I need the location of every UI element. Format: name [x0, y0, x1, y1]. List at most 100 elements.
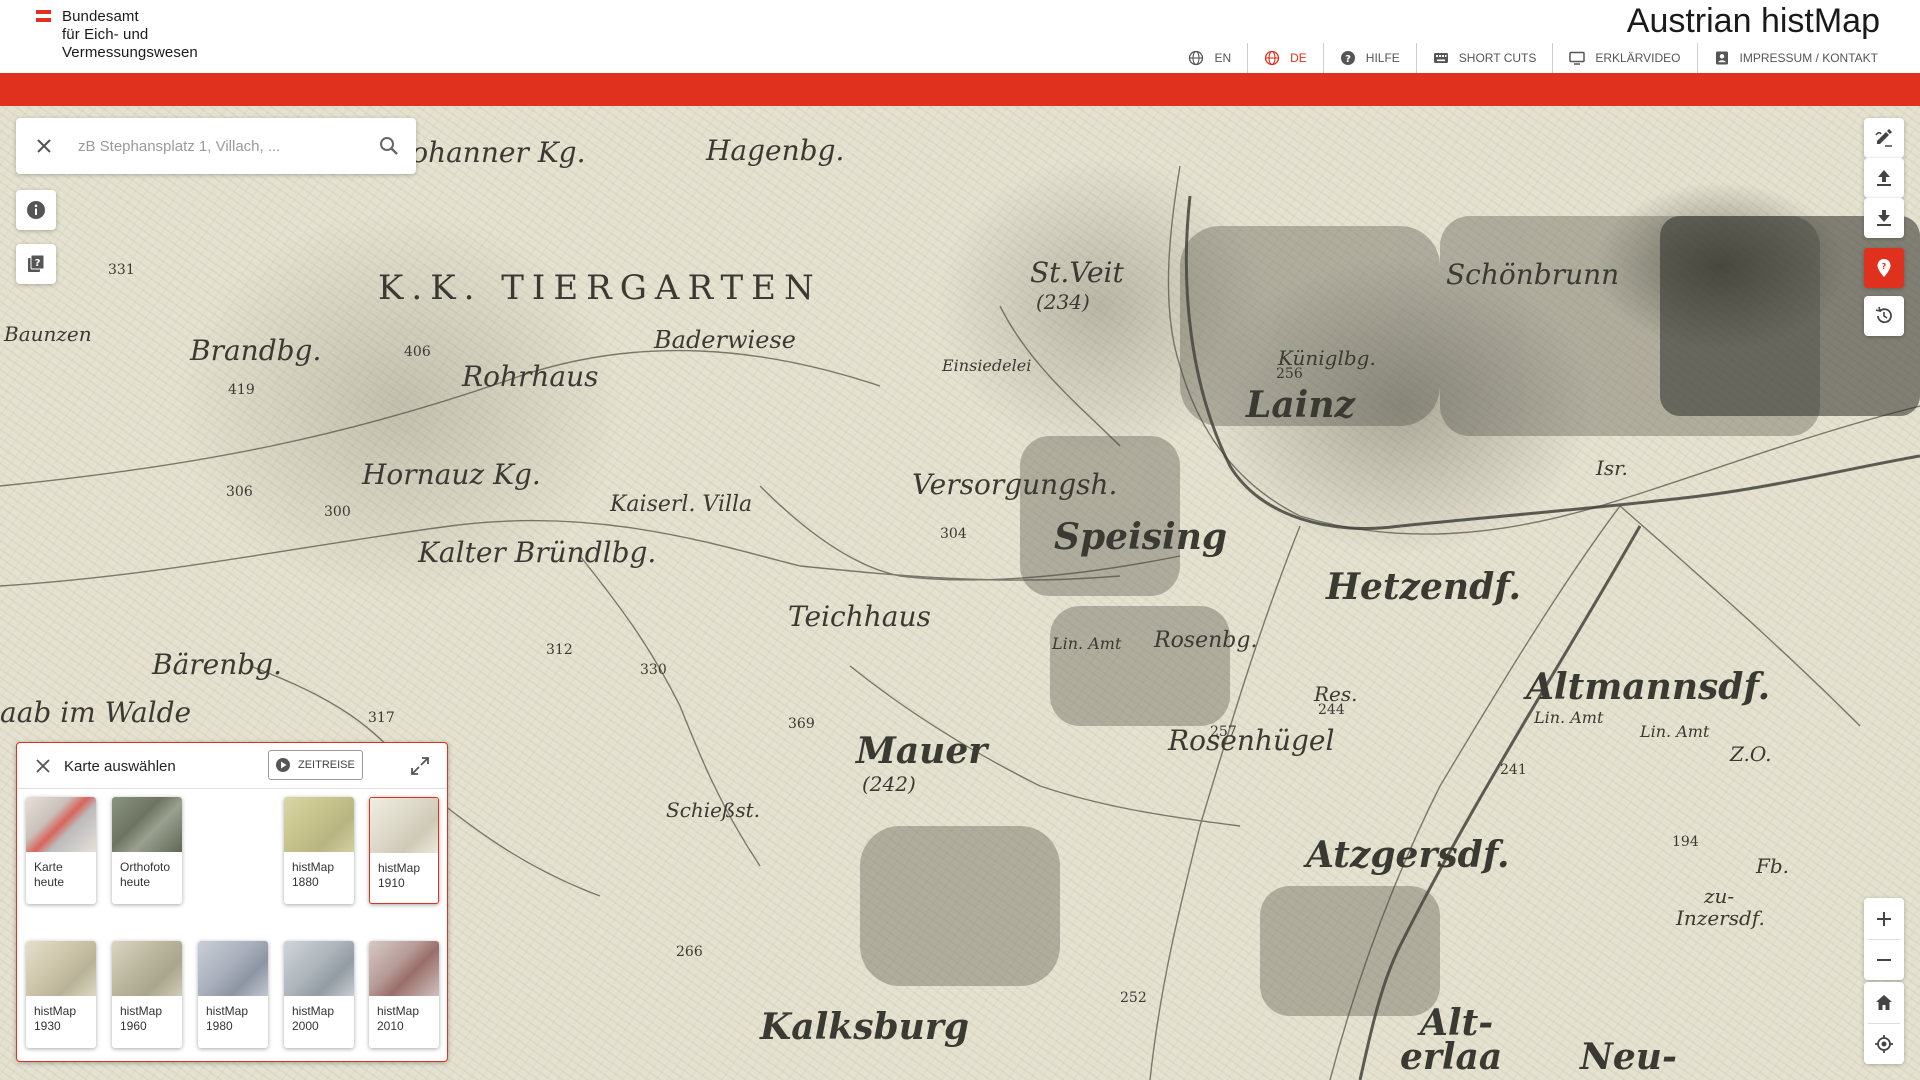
zeitreise-button[interactable]: ZEITREISE — [268, 750, 363, 780]
nav-imprint-contact[interactable]: IMPRESSUM / KONTAKT — [1696, 43, 1894, 73]
info-button[interactable] — [16, 190, 56, 230]
map-option-histmap-1910[interactable]: histMap 1910 — [369, 797, 439, 904]
map-thumbnail — [370, 798, 438, 853]
map-label: Speising — [1054, 516, 1228, 558]
zoom-in-button[interactable] — [1864, 898, 1904, 939]
search-icon[interactable] — [378, 135, 400, 157]
logo-line-1: Bundesamt — [62, 8, 139, 25]
upload-button[interactable] — [1864, 158, 1904, 198]
map-label: 241 — [1500, 762, 1527, 778]
map-label: Rosenbg. — [1154, 628, 1258, 653]
nav-lang-de[interactable]: DE — [1247, 43, 1323, 73]
nav-imprint-contact-label: IMPRESSUM / KONTAKT — [1739, 51, 1878, 65]
map-option-label: Karte heute — [34, 860, 65, 889]
map-label: Hetzendf. — [1326, 566, 1521, 608]
map-option-label: Orthofoto heute — [120, 860, 171, 889]
nav-help[interactable]: ? HILFE — [1322, 43, 1416, 73]
map-label: 406 — [404, 344, 431, 360]
map-label: aab im Walde — [0, 696, 192, 729]
map-label: Rosenhügel — [1168, 724, 1335, 757]
address-search — [16, 118, 416, 174]
map-label: 312 — [546, 642, 573, 658]
home-button[interactable] — [1864, 982, 1904, 1023]
map-label: 266 — [676, 944, 703, 960]
map-thumbnail — [284, 797, 354, 852]
map-label: Einsiedelei — [942, 356, 1032, 375]
map-label: Inzersdf. — [1676, 906, 1765, 930]
map-option-label: histMap 1930 — [34, 1004, 77, 1033]
map-option-histmap-2010[interactable]: histMap 2010 — [369, 941, 439, 1048]
location-pin-icon: ? — [1877, 259, 1891, 277]
app-title: Austrian histMap — [1626, 2, 1880, 40]
map-option-histmap-1960[interactable]: histMap 1960 — [112, 941, 182, 1048]
brand-bar — [0, 73, 1920, 106]
close-icon[interactable] — [34, 136, 54, 156]
map-label: 300 — [324, 504, 351, 520]
map-thumbnail — [26, 941, 96, 996]
map-label: Altmannsdf. — [1526, 666, 1771, 708]
search-input[interactable] — [78, 132, 368, 160]
monitor-icon — [1569, 51, 1586, 65]
location-pin-button[interactable]: ? — [1864, 248, 1904, 288]
map-label: Lainz — [1246, 384, 1355, 426]
map-label: 256 — [1276, 366, 1303, 382]
my-location-button[interactable] — [1864, 1023, 1904, 1064]
globe-icon — [1264, 50, 1280, 66]
map-label: Schönbrunn — [1446, 258, 1620, 291]
map-label: Lin. Amt — [1640, 722, 1710, 741]
play-icon — [276, 758, 290, 772]
nav-help-label: HILFE — [1365, 51, 1400, 65]
map-option-histmap-2000[interactable]: histMap 2000 — [284, 941, 354, 1048]
map-option-histmap-1980[interactable]: histMap 1980 — [198, 941, 268, 1048]
contact-icon — [1715, 51, 1728, 65]
download-button[interactable] — [1864, 198, 1904, 238]
map-thumbnail — [369, 941, 439, 996]
upload-icon — [1877, 170, 1891, 186]
map-option-histmap-1930[interactable]: histMap 1930 — [26, 941, 96, 1048]
map-label: Baderwiese — [654, 326, 796, 354]
nav-lang-en-label: EN — [1214, 51, 1232, 65]
panel-title: Karte auswählen — [64, 758, 176, 775]
history-button[interactable] — [1864, 296, 1904, 336]
expand-icon[interactable] — [409, 755, 431, 777]
svg-text:?: ? — [1345, 54, 1351, 65]
nav-explainer-video-label: ERKLÄRVIDEO — [1595, 51, 1681, 65]
draw-edit-button[interactable] — [1864, 118, 1904, 158]
nav-shortcuts[interactable]: SHORT CUTS — [1415, 43, 1553, 73]
map-option-histmap-1880[interactable]: histMap 1880 — [284, 797, 354, 904]
map-label: 369 — [788, 716, 815, 732]
svg-text:?: ? — [1882, 262, 1887, 271]
info-icon — [27, 201, 45, 219]
app-header: Bundesamt für Eich- und Vermessungswesen… — [0, 0, 1920, 73]
map-label: 331 — [108, 262, 135, 278]
close-icon[interactable] — [35, 758, 51, 774]
globe-icon — [1189, 50, 1204, 66]
legend-button[interactable]: ? — [16, 244, 56, 284]
top-navigation: EN DE ? HILFE SHORT CUTS ERKLÄRVIDEO IMP… — [1172, 43, 1894, 73]
map-label: Isr. — [1596, 456, 1628, 480]
map-label: Fb. — [1756, 854, 1790, 878]
map-label: Johanner Kg. — [400, 136, 586, 169]
svg-text:?: ? — [35, 258, 41, 269]
nav-lang-en[interactable]: EN — [1172, 43, 1247, 73]
nav-shortcuts-label: SHORT CUTS — [1458, 51, 1537, 65]
map-label: (234) — [1036, 290, 1090, 314]
map-label: Kaiserl. Villa — [610, 492, 753, 517]
nav-lang-de-label: DE — [1290, 51, 1307, 65]
map-label: Kalter Bründlbg. — [418, 536, 657, 569]
map-option-orthofoto-heute[interactable]: Orthofoto heute — [112, 797, 182, 904]
map-label: zu- — [1704, 884, 1735, 908]
map-label: Atzgersdf. — [1306, 834, 1510, 876]
logo-line-2: für Eich- und — [62, 26, 149, 43]
map-option-karte-heute[interactable]: Karte heute — [26, 797, 96, 904]
map-label: Lin. Amt — [1052, 634, 1122, 653]
map-thumbnail — [284, 941, 354, 996]
map-label: 419 — [228, 382, 255, 398]
map-label: 306 — [226, 484, 253, 500]
map-option-label: histMap 2000 — [292, 1004, 335, 1033]
zoom-out-button[interactable] — [1864, 939, 1904, 980]
nav-explainer-video[interactable]: ERKLÄRVIDEO — [1552, 43, 1696, 73]
map-thumbnail — [198, 941, 268, 996]
map-option-label: histMap 1910 — [378, 861, 421, 890]
legend-book-icon: ? — [28, 254, 45, 272]
